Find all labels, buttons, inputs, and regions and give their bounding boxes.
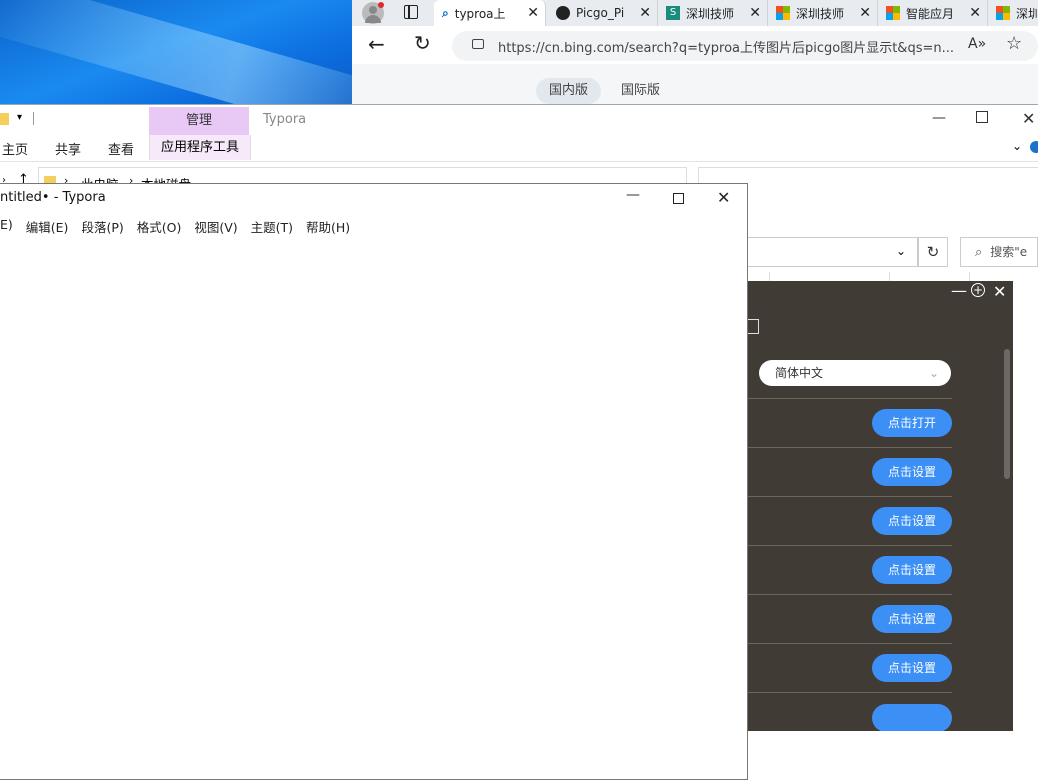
search-box-top[interactable] <box>698 167 1038 192</box>
browser-tab-bar: ⌕ typroa上 ✕ Picgo_Pi ✕ S 深圳技师 ✕ 深圳技师 ✕ 智… <box>352 0 1038 26</box>
tab-bing-search[interactable]: ⌕ typroa上 ✕ <box>434 0 546 26</box>
menu-format[interactable]: 格式(O) <box>137 217 182 236</box>
minimize-icon[interactable]: — <box>932 110 946 126</box>
s-logo-icon: S <box>666 6 680 20</box>
tab-s-site[interactable]: S 深圳技师 ✕ <box>658 0 768 26</box>
setting-button[interactable]: 点击设置 <box>872 605 952 633</box>
setting-button[interactable]: 点击设置 <box>872 458 952 486</box>
maximize-icon[interactable] <box>673 193 684 204</box>
menu-edit[interactable]: 编辑(E) <box>26 217 69 236</box>
windows-logo-icon <box>996 6 1010 20</box>
manage-context-tab[interactable]: 管理 <box>149 107 249 135</box>
settings-row: 点击设置 <box>748 643 952 693</box>
close-icon[interactable]: ✕ <box>717 188 730 207</box>
browser-window: ⌕ typroa上 ✕ Picgo_Pi ✕ S 深圳技师 ✕ 深圳技师 ✕ 智… <box>352 0 1038 110</box>
read-aloud-icon[interactable]: A» <box>968 36 986 52</box>
chevron-down-icon[interactable]: ⌄ <box>896 244 906 258</box>
settings-row: 点击设置 <box>748 594 952 644</box>
menu-help[interactable]: 帮助(H) <box>306 217 350 236</box>
tab-home[interactable]: 主页 <box>2 139 28 158</box>
desktop-wallpaper <box>0 0 352 110</box>
minimize-icon[interactable]: — <box>626 187 640 203</box>
close-icon[interactable]: ✕ <box>527 5 539 21</box>
tab-ms-2[interactable]: 智能应月 ✕ <box>878 0 988 26</box>
close-icon[interactable]: ✕ <box>993 282 1006 301</box>
search-icon: ⌕ <box>975 245 983 260</box>
menu-view[interactable]: 视图(V) <box>194 217 237 236</box>
column-header-strip <box>748 272 1038 281</box>
tab-label: 深圳技师 <box>796 6 845 21</box>
close-icon[interactable]: ✕ <box>639 5 651 21</box>
tab-international[interactable]: 国际版 <box>608 78 673 104</box>
github-icon <box>556 6 570 20</box>
search-input[interactable]: ⌕ 搜索"e <box>960 237 1038 267</box>
zoom-in-icon[interactable]: + <box>971 283 985 297</box>
typora-window: ntitled• - Typora — ✕ E) 编辑(E) 段落(P) 格式(… <box>0 183 748 780</box>
picgo-settings-panel: — + ✕ 简体中文 ⌄ 点击打开 点击设置 点击设置 点击设置 点击设置 点击… <box>748 281 1013 731</box>
search-placeholder: 搜索"e <box>990 245 1028 259</box>
tab-label: Picgo_Pi <box>576 6 625 20</box>
expand-ribbon-icon[interactable]: ⌄ <box>1012 139 1022 153</box>
browser-toolbar: ← ↻ https://cn.bing.com/search?q=typroa上… <box>352 26 1038 64</box>
window-title: Typora <box>263 112 307 127</box>
setting-button[interactable]: 点击设置 <box>872 556 952 584</box>
menu-file[interactable]: E) <box>0 217 13 236</box>
profile-icon[interactable] <box>362 2 384 24</box>
tab-ms-1[interactable]: 深圳技师 ✕ <box>768 0 878 26</box>
window-title: ntitled• - Typora <box>0 190 106 205</box>
url-text: https://cn.bing.com/search?q=typroa上传图片后… <box>498 40 955 56</box>
tab-view[interactable]: 查看 <box>108 139 134 158</box>
setting-button[interactable]: 点击设置 <box>872 507 952 535</box>
editor-area[interactable] <box>0 239 746 779</box>
tab-app-tools[interactable]: 应用程序工具 <box>149 135 251 160</box>
close-icon[interactable]: ✕ <box>749 5 761 21</box>
help-icon[interactable] <box>1030 141 1038 153</box>
menu-theme[interactable]: 主题(T) <box>251 217 293 236</box>
scrollbar[interactable] <box>1004 349 1010 479</box>
maximize-icon[interactable] <box>976 111 988 123</box>
search-icon: ⌕ <box>442 5 449 20</box>
address-dropdown[interactable]: ⌄ <box>748 237 918 267</box>
windows-logo-icon <box>776 6 790 20</box>
close-icon[interactable]: ✕ <box>859 5 871 21</box>
tab-label: 深圳 <box>1016 6 1038 21</box>
settings-row: 点击设置 <box>748 545 952 595</box>
refresh-icon[interactable]: ↻ <box>414 31 431 55</box>
close-icon[interactable]: ✕ <box>1022 109 1035 128</box>
tab-label: 智能应月 <box>906 6 955 21</box>
explorer-title-bar: ▾ 管理 Typora — ✕ <box>0 105 1038 135</box>
ribbon-tabs: 主页 共享 查看 应用程序工具 ⌄ <box>0 135 1038 162</box>
setting-button[interactable]: 点击设置 <box>872 654 952 682</box>
settings-row: 点击设置 <box>748 447 952 497</box>
settings-row: 点击打开 <box>748 398 952 448</box>
menu-bar: E) 编辑(E) 段落(P) 格式(O) 视图(V) 主题(T) 帮助(H) <box>0 217 350 236</box>
tab-share[interactable]: 共享 <box>55 139 81 158</box>
refresh-icon[interactable]: ↻ <box>918 237 948 267</box>
tab-domestic[interactable]: 国内版 <box>536 78 602 104</box>
menu-paragraph[interactable]: 段落(P) <box>81 217 123 236</box>
tab-github[interactable]: Picgo_Pi ✕ <box>548 0 658 26</box>
tab-label: 深圳技师 <box>686 6 735 21</box>
partial-button[interactable] <box>872 704 952 731</box>
open-button[interactable]: 点击打开 <box>872 409 952 437</box>
tab-ms-3[interactable]: 深圳 <box>988 0 1038 26</box>
address-bar[interactable]: https://cn.bing.com/search?q=typroa上传图片后… <box>452 31 1038 61</box>
favorite-star-icon[interactable]: ☆ <box>1006 33 1022 54</box>
folder-icon <box>0 113 9 125</box>
close-icon[interactable]: ✕ <box>969 5 981 21</box>
windows-logo-icon <box>886 6 900 20</box>
lock-icon <box>472 39 484 49</box>
minimize-icon[interactable]: — <box>951 281 967 300</box>
tab-actions-icon[interactable] <box>404 5 418 19</box>
quick-access-dropdown-icon[interactable]: ▾ <box>17 112 22 123</box>
back-arrow-icon[interactable]: ← <box>368 32 385 56</box>
divider <box>33 112 34 125</box>
settings-row <box>748 281 952 399</box>
settings-row: 点击设置 <box>748 496 952 546</box>
tab-label: typroa上 <box>454 6 506 21</box>
